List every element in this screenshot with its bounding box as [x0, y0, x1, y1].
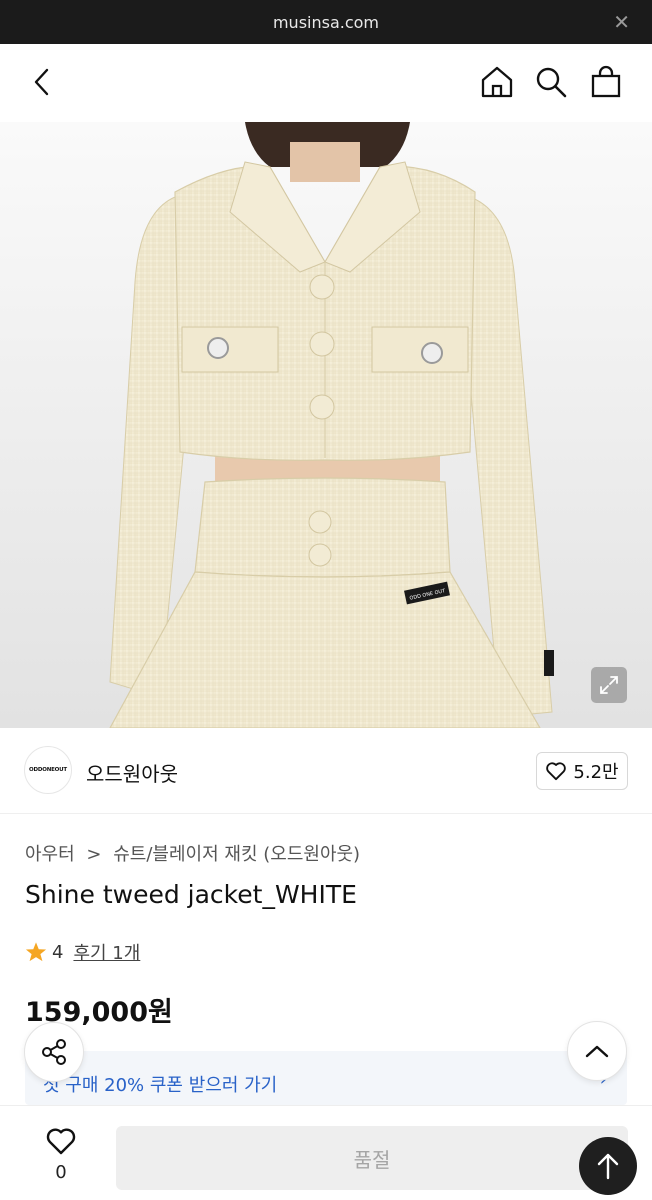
breadcrumb-category[interactable]: 아우터: [25, 840, 75, 866]
coupon-text: 첫 구매 20% 쿠폰 받으러 가기: [43, 1075, 278, 1096]
brand-logo[interactable]: ODDONEOUT: [24, 746, 72, 794]
scroll-top-button[interactable]: [579, 1137, 637, 1195]
review-link[interactable]: 후기 1개: [73, 939, 140, 965]
bottom-bar: 0 품절: [0, 1105, 652, 1200]
product-image[interactable]: ODD ONE OUT: [0, 122, 652, 728]
shopping-bag-icon[interactable]: [588, 64, 624, 100]
breadcrumb: 아우터 > 슈트/블레이저 재킷 (오드원아웃): [25, 840, 360, 866]
browser-bar: musinsa.com ✕: [0, 0, 652, 44]
expand-icon[interactable]: [591, 667, 627, 703]
share-button[interactable]: [24, 1022, 84, 1082]
rating-row: 4 후기 1개: [25, 940, 140, 964]
rating-score: 4: [52, 941, 64, 963]
star-icon: [25, 942, 47, 962]
home-icon[interactable]: [479, 64, 515, 100]
brand-like-count: 5.2만: [573, 762, 619, 783]
close-icon[interactable]: ✕: [613, 10, 630, 34]
heart-icon: [546, 762, 567, 781]
collapse-button[interactable]: [567, 1021, 627, 1081]
brand-like-button[interactable]: 5.2만: [536, 752, 628, 790]
wish-count: 0: [55, 1162, 67, 1183]
share-icon: [42, 1039, 66, 1065]
heart-icon: [46, 1128, 76, 1155]
chevron-right-icon: >: [86, 844, 102, 865]
brand-name[interactable]: 오드원아웃: [86, 758, 178, 787]
back-arrow-icon[interactable]: [24, 64, 60, 100]
browser-url[interactable]: musinsa.com: [0, 13, 652, 32]
wish-button[interactable]: 0: [40, 1126, 82, 1183]
product-title: Shine tweed jacket_WHITE: [25, 880, 357, 909]
soldout-button[interactable]: 품절: [116, 1126, 628, 1190]
search-icon[interactable]: [533, 64, 569, 100]
arrow-up-icon: [597, 1153, 619, 1180]
coupon-banner[interactable]: 첫 구매 20% 쿠폰 받으러 가기 ›: [25, 1051, 627, 1105]
app-header: [0, 44, 652, 122]
breadcrumb-subcategory[interactable]: 슈트/블레이저 재킷 (오드원아웃): [113, 840, 360, 866]
brand-row: ODDONEOUT 오드원아웃 5.2만: [0, 728, 652, 814]
chevron-up-icon: [585, 1045, 609, 1058]
